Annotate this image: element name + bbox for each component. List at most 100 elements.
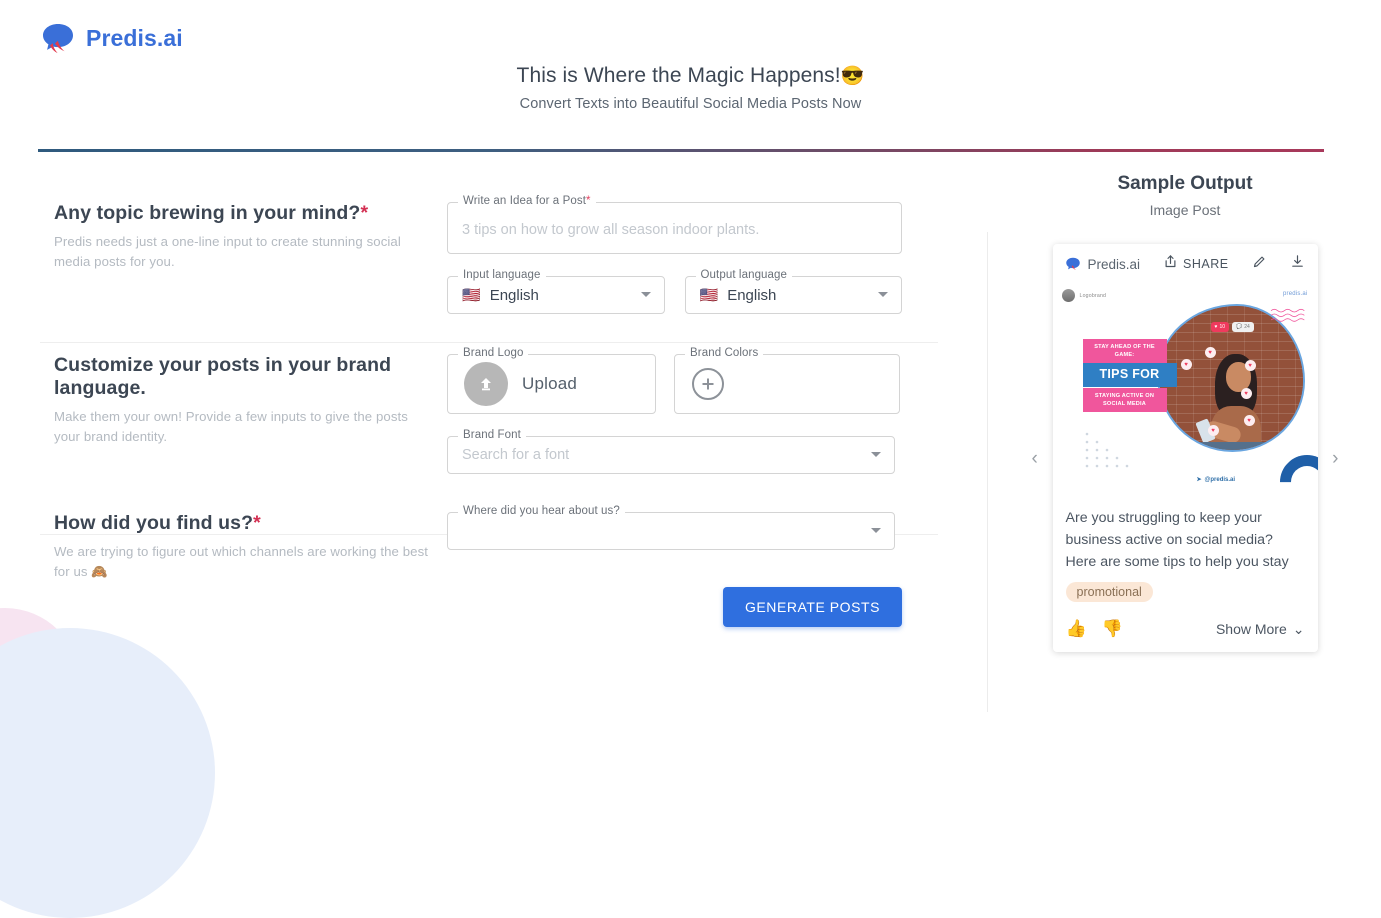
heart-bubble-icon: ♥	[1207, 425, 1219, 436]
comment-count: 24	[1244, 324, 1250, 330]
brand-colors-label: Brand Colors	[685, 347, 764, 360]
section-referral-description: How did you find us?* We are trying to f…	[0, 512, 447, 627]
card-footer: 👍 👎 Show More ⌄	[1053, 602, 1318, 652]
output-language-select[interactable]: Output language 🇺🇸 English	[684, 269, 902, 314]
card-brand: Predis.ai	[1064, 255, 1140, 273]
chevron-down-icon[interactable]	[640, 292, 651, 297]
download-icon	[1290, 254, 1305, 274]
engagement-badges: ♥ 10 💬 24	[1210, 322, 1254, 332]
speech-bubble-logo-icon	[38, 18, 78, 58]
thumbs-down-icon[interactable]: 👎	[1102, 619, 1123, 639]
post-tag-row: promotional	[1053, 573, 1318, 602]
page-title-text: This is Where the Magic Happens!	[516, 64, 841, 87]
brand-colors-field[interactable]: Brand Colors	[674, 347, 900, 414]
column-divider	[987, 232, 988, 712]
post-handle: ➤ @predis.ai	[1196, 476, 1236, 484]
share-label: SHARE	[1183, 257, 1229, 271]
section-referral-title: How did you find us?*	[54, 512, 435, 535]
share-button[interactable]: SHARE	[1163, 254, 1229, 274]
post-image[interactable]: Logobrand predis.ai ♥ 10 💬 24 ♥ ♥ ♥ ♥ ♥ …	[1052, 282, 1318, 495]
decorative-circle-pink	[0, 608, 80, 758]
section-topic-title-text: Any topic brewing in your mind?	[54, 202, 361, 224]
share-icon	[1163, 254, 1178, 274]
heart-bubble-icon: ♥	[1204, 347, 1216, 358]
section-referral-title-text: How did you find us?	[54, 512, 254, 534]
gradient-divider	[38, 149, 1324, 152]
sample-output-subtitle: Image Post	[1149, 202, 1221, 218]
section-topic-description: Any topic brewing in your mind?* Predis …	[0, 202, 447, 314]
post-brand-header: Logobrand	[1061, 289, 1107, 302]
chevron-down-icon[interactable]	[871, 452, 881, 457]
like-count: 10	[1219, 324, 1226, 330]
chevron-down-icon: ⌄	[1292, 620, 1305, 637]
brand-font-label: Brand Font	[458, 429, 526, 442]
required-asterisk: *	[253, 512, 261, 534]
sunglasses-emoji-icon: 😎	[840, 66, 865, 87]
upload-label: Upload	[522, 374, 578, 393]
comment-badge: 💬 24	[1232, 322, 1254, 332]
app-logo-text: Predis.ai	[86, 24, 183, 51]
speech-bubble-logo-icon	[1064, 255, 1082, 273]
edit-button[interactable]	[1252, 254, 1267, 274]
sample-output-panel: Sample Output Image Post Predis.ai SHARE…	[1020, 160, 1350, 652]
idea-input[interactable]	[462, 222, 887, 238]
post-watermark: predis.ai	[1283, 291, 1308, 297]
brand-logo-upload[interactable]: Brand Logo Upload	[447, 347, 656, 414]
us-flag-icon: 🇺🇸	[462, 286, 481, 304]
section-brand-subtext: Make them your own! Provide a few inputs…	[54, 409, 408, 445]
brand-logo-upload-row[interactable]: Upload	[448, 362, 577, 406]
section-topic: Any topic brewing in your mind?* Predis …	[0, 160, 960, 314]
status-badge: promotional	[1065, 582, 1153, 602]
headline-top: STAY AHEAD OF THE GAME:	[1082, 339, 1167, 364]
idea-input-wrapper[interactable]: Write an Idea for a Post*	[447, 195, 902, 254]
post-brand-name: Logobrand	[1079, 292, 1107, 299]
sample-output-title: Sample Output	[1117, 173, 1253, 194]
squiggle-decoration	[1270, 308, 1305, 322]
post-handle-text: @predis.ai	[1204, 476, 1236, 483]
upload-arrow-icon	[464, 362, 508, 406]
page-subtitle: Convert Texts into Beautiful Social Medi…	[519, 96, 862, 112]
plus-circle-icon[interactable]	[692, 368, 724, 400]
hear-about-us-select[interactable]: Where did you hear about us?	[447, 505, 895, 550]
brand-font-field[interactable]: Brand Font	[447, 429, 895, 474]
card-toolbar: Predis.ai SHARE	[1053, 244, 1318, 282]
chevron-left-icon[interactable]: ‹	[1032, 449, 1038, 468]
download-button[interactable]	[1290, 254, 1305, 274]
avatar	[1061, 289, 1075, 302]
chevron-down-icon[interactable]	[871, 528, 881, 533]
section-referral: How did you find us?* We are trying to f…	[0, 474, 960, 627]
decorative-circle-blue	[0, 628, 215, 918]
required-asterisk: *	[360, 202, 369, 224]
heart-bubble-icon: ♥	[1240, 388, 1252, 399]
headline-bottom: STAYING ACTIVE ON SOCIAL MEDIA	[1082, 388, 1167, 413]
app-logo[interactable]: Predis.ai	[38, 18, 183, 58]
idea-input-label: Write an Idea for a Post*	[458, 195, 596, 208]
input-language-text: English	[489, 286, 539, 304]
section-referral-fields: Where did you hear about us? GENERATE PO…	[447, 505, 902, 627]
thumbs-up-icon[interactable]: 👍	[1066, 619, 1087, 639]
section-brand-fields: Brand Logo Upload Brand Colors Brand Fon…	[447, 347, 902, 474]
corner-arc-decoration	[1268, 443, 1318, 495]
section-topic-fields: Write an Idea for a Post* Input language…	[447, 195, 902, 314]
heart-bubble-icon: ♥	[1244, 360, 1256, 371]
section-brand-title: Customize your posts in your brand langu…	[54, 354, 392, 399]
heart-bubble-icon: ♥	[1243, 415, 1255, 426]
required-asterisk: *	[586, 195, 591, 207]
output-language-value: 🇺🇸 English	[700, 287, 777, 304]
dot-grid-decoration	[1085, 432, 1128, 468]
show-more-button[interactable]: Show More ⌄	[1216, 621, 1305, 638]
input-language-value: 🇺🇸 English	[462, 287, 539, 304]
chevron-down-icon[interactable]	[878, 292, 888, 297]
sample-post-card: Predis.ai SHARE Logobrand predis.ai ♥ 10…	[1032, 244, 1339, 652]
section-brand-description: Customize your posts in your brand langu…	[0, 354, 447, 474]
section-topic-title: Any topic brewing in your mind?*	[54, 202, 435, 225]
section-brand: Customize your posts in your brand langu…	[0, 314, 960, 474]
section-referral-subtext: We are trying to figure out which channe…	[54, 544, 429, 580]
brand-font-input[interactable]	[462, 447, 880, 463]
hero-header: This is Where the Magic Happens!😎 Conver…	[0, 64, 1381, 112]
chevron-right-icon[interactable]: ›	[1332, 449, 1338, 468]
generate-posts-button[interactable]: GENERATE POSTS	[722, 587, 902, 627]
page-title: This is Where the Magic Happens!😎	[0, 64, 1381, 88]
input-language-select[interactable]: Input language 🇺🇸 English	[447, 269, 665, 314]
send-icon: ➤	[1196, 477, 1202, 483]
